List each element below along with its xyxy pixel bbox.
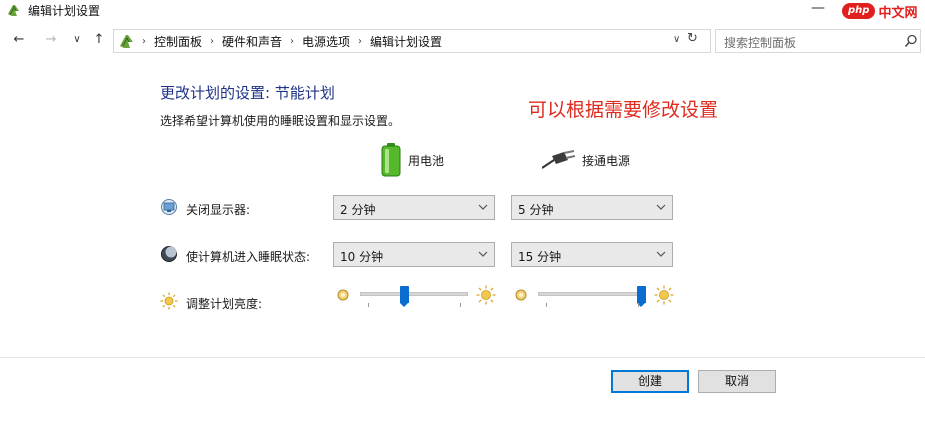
watermark-badge: php: [842, 3, 876, 19]
create-button[interactable]: 创建: [611, 370, 689, 393]
control-panel-icon: [120, 35, 133, 48]
slider-tick: [638, 303, 639, 307]
slider-thumb[interactable]: [637, 286, 646, 307]
breadcrumb-separator-icon[interactable]: ›: [290, 36, 294, 47]
address-bar[interactable]: › 控制面板 › 硬件和声音 › 电源选项 › 编辑计划设置: [113, 29, 711, 53]
recent-locations-chevron-icon[interactable]: ∨: [68, 31, 86, 49]
bright-brightness-icon: [476, 285, 496, 305]
search-box[interactable]: 搜索控制面板: [715, 29, 921, 53]
navigation-bar: ← → ∨ ↑ › 控制面板 › 硬件和声音 › 电源选项 › 编辑计划设置 ∨…: [0, 29, 925, 53]
chevron-down-icon[interactable]: [656, 203, 666, 211]
slider-tick: [460, 303, 461, 307]
cancel-button[interactable]: 取消: [698, 370, 776, 393]
address-dropdown-chevron-icon[interactable]: ∨: [673, 34, 680, 45]
sleep-plugged-value[interactable]: 15 分钟: [518, 248, 561, 265]
power-options-icon: [8, 5, 19, 16]
search-icon[interactable]: [904, 34, 918, 48]
breadcrumb-power-options[interactable]: 电源选项: [302, 33, 350, 50]
minimize-button[interactable]: —: [808, 0, 828, 18]
plugged-in-label: 接通电源: [582, 153, 631, 168]
slider-thumb[interactable]: [400, 286, 409, 307]
sleep-battery-value[interactable]: 10 分钟: [340, 248, 383, 265]
display-icon: [161, 199, 177, 215]
breadcrumb-separator-icon: ›: [142, 35, 146, 47]
battery-label: 用电池: [408, 153, 445, 168]
plugged-in-column-header: 接通电源: [542, 150, 630, 170]
breadcrumb-separator-icon[interactable]: ›: [358, 36, 362, 47]
chevron-down-icon[interactable]: [656, 250, 666, 258]
page-description: 选择希望计算机使用的睡眠设置和显示设置。: [160, 114, 401, 128]
sleep-plugged-select[interactable]: 15 分钟: [511, 242, 673, 267]
brightness-icon: [160, 292, 178, 310]
chevron-down-icon[interactable]: [478, 250, 488, 258]
footer-divider: [0, 357, 925, 358]
search-placeholder[interactable]: 搜索控制面板: [724, 34, 796, 51]
slider-tick: [368, 303, 369, 307]
sleep-label: 使计算机进入睡眠状态:: [186, 250, 311, 264]
display-off-plugged-value[interactable]: 5 分钟: [518, 201, 553, 218]
forward-arrow-icon[interactable]: →: [42, 31, 60, 49]
refresh-icon[interactable]: ↻: [687, 31, 698, 46]
brightness-label: 调整计划亮度:: [186, 297, 263, 311]
page-title: 更改计划的设置: 节能计划: [160, 84, 335, 102]
display-off-label: 关闭显示器:: [186, 203, 251, 217]
slider-tick: [546, 303, 547, 307]
dim-brightness-icon: [337, 289, 349, 301]
battery-icon: [381, 143, 401, 177]
sleep-battery-select[interactable]: 10 分钟: [333, 242, 495, 267]
window-title: 编辑计划设置: [28, 4, 101, 18]
display-off-battery-value[interactable]: 2 分钟: [340, 201, 375, 218]
brightness-battery-slider[interactable]: [360, 286, 468, 316]
display-off-plugged-select[interactable]: 5 分钟: [511, 195, 673, 220]
bright-brightness-icon: [654, 285, 674, 305]
chevron-down-icon[interactable]: [478, 203, 488, 211]
breadcrumb-separator-icon[interactable]: ›: [210, 36, 214, 47]
title-bar: 编辑计划设置 — php 中文网: [0, 0, 925, 22]
dim-brightness-icon: [515, 289, 527, 301]
up-arrow-icon[interactable]: ↑: [90, 31, 108, 49]
sleep-moon-icon: [161, 246, 177, 262]
watermark-logo: php 中文网: [842, 2, 918, 21]
display-off-battery-select[interactable]: 2 分钟: [333, 195, 495, 220]
brightness-plugged-slider[interactable]: [538, 286, 646, 316]
power-plug-icon: [542, 150, 576, 169]
breadcrumb-control-panel[interactable]: 控制面板: [154, 33, 202, 50]
breadcrumb-hardware-sound[interactable]: 硬件和声音: [222, 33, 282, 50]
battery-column-header: 用电池: [380, 143, 444, 177]
annotation-text: 可以根据需要修改设置: [528, 99, 719, 121]
breadcrumb-edit-plan-settings[interactable]: 编辑计划设置: [370, 33, 442, 50]
watermark-text: 中文网: [878, 5, 918, 21]
slider-track[interactable]: [360, 292, 468, 296]
slider-track[interactable]: [538, 292, 646, 296]
back-arrow-icon[interactable]: ←: [10, 31, 28, 49]
